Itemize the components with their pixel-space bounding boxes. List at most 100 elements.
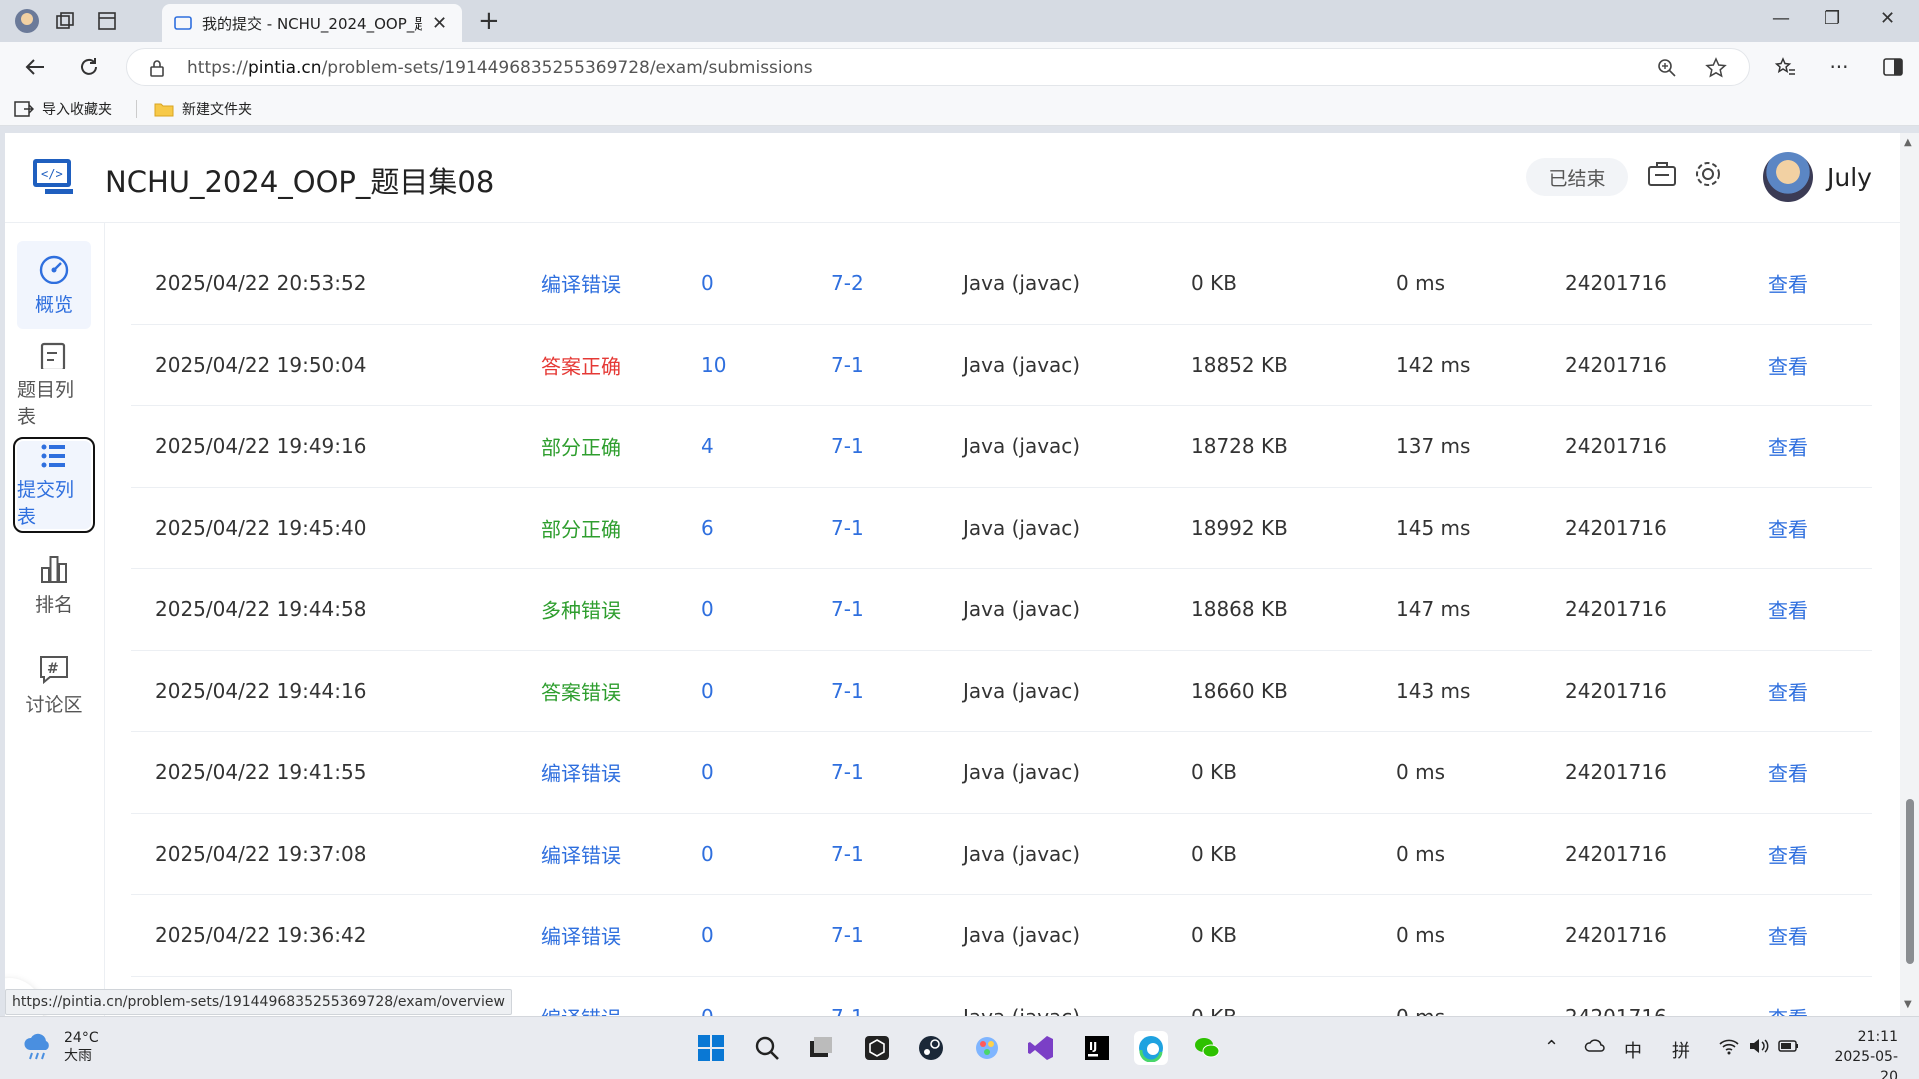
compiler: Java (javac)	[963, 1005, 1080, 1016]
user-id: 24201716	[1565, 597, 1667, 622]
view-link[interactable]: 查看	[1768, 758, 1808, 787]
table-row: 2025/04/22 19:49:16 部分正确 4 7-1 Java (javac) 1…	[131, 406, 1872, 488]
problem-link[interactable]: 7-1	[831, 434, 864, 458]
active-tab[interactable]: 我的提交 - NCHU_2024_OOP_题目 ✕	[162, 4, 462, 42]
wifi-icon[interactable]	[1718, 1037, 1740, 1060]
wechat-icon[interactable]	[1190, 1031, 1224, 1065]
score: 0	[701, 678, 714, 703]
edit-list-icon	[40, 342, 66, 369]
page-scrollbar[interactable]: ▲ ▼	[1900, 133, 1919, 1016]
view-link[interactable]: 查看	[1768, 676, 1808, 705]
username[interactable]: July	[1827, 163, 1872, 192]
start-icon[interactable]	[694, 1031, 728, 1065]
view-link[interactable]: 查看	[1768, 1002, 1808, 1016]
user-id: 24201716	[1565, 923, 1667, 948]
view-link[interactable]: 查看	[1768, 432, 1808, 461]
problem-link[interactable]: 7-1	[831, 760, 864, 784]
problem-link[interactable]: 7-1	[831, 353, 864, 377]
gear-icon[interactable]	[1693, 159, 1723, 189]
more-options-icon[interactable]: ···	[1824, 52, 1854, 82]
scrollbar-thumb[interactable]	[1906, 799, 1914, 964]
favorite-star-icon[interactable]	[1705, 57, 1727, 79]
pta-logo-icon[interactable]: </>	[31, 155, 77, 197]
lock-icon[interactable]	[149, 59, 165, 77]
steam-app-icon[interactable]	[914, 1031, 948, 1065]
tray-expand-icon[interactable]: ⌃	[1544, 1037, 1559, 1058]
avatar[interactable]	[1763, 152, 1813, 202]
intellij-icon[interactable]: IJ	[1080, 1031, 1114, 1065]
unity-app-icon[interactable]	[860, 1031, 894, 1065]
problem-link[interactable]: 7-1	[831, 842, 864, 866]
restore-icon[interactable]: ❐	[1824, 8, 1840, 29]
sidebar-item-submissions[interactable]: 提交列表	[13, 437, 95, 533]
weather-widget[interactable]: 24°C 大雨	[22, 1029, 99, 1065]
zoom-icon[interactable]	[1657, 58, 1677, 78]
battery-icon[interactable]	[1778, 1037, 1800, 1060]
paint-app-icon[interactable]	[970, 1031, 1004, 1065]
sidebar-item-discussion[interactable]: # 讨论区	[17, 641, 91, 729]
sidebar-item-overview[interactable]: 概览	[17, 241, 91, 329]
hash-chat-icon: #	[40, 655, 68, 684]
new-folder-link[interactable]: 新建文件夹	[154, 99, 252, 119]
scroll-down-icon[interactable]: ▼	[1904, 999, 1912, 1010]
sidebar-item-problems[interactable]: 题目列表	[17, 341, 91, 429]
system-clock[interactable]: 21:11 2025-05-20	[1818, 1027, 1898, 1079]
search-icon[interactable]	[750, 1031, 784, 1065]
visual-studio-icon[interactable]	[1024, 1031, 1058, 1065]
briefcase-icon[interactable]	[1647, 159, 1677, 189]
status-badge: 已结束	[1526, 158, 1628, 196]
vertical-tabs-icon[interactable]	[92, 6, 122, 36]
problem-link[interactable]: 7-1	[831, 1005, 864, 1016]
new-tab-button[interactable]: +	[478, 6, 500, 36]
problem-link[interactable]: 7-1	[831, 516, 864, 540]
reload-icon[interactable]	[74, 52, 104, 82]
sidebar-item-ranking[interactable]: 排名	[17, 541, 91, 629]
minimize-icon[interactable]: —	[1772, 8, 1790, 29]
pta-favicon-icon	[174, 16, 192, 30]
profile-icon[interactable]	[12, 6, 42, 36]
problem-link[interactable]: 7-1	[831, 679, 864, 703]
bar-chart-icon	[41, 555, 67, 583]
ime-mode[interactable]: 拼	[1672, 1037, 1690, 1063]
view-link[interactable]: 查看	[1768, 839, 1808, 868]
problem-link[interactable]: 7-1	[831, 923, 864, 947]
edge-browser-icon[interactable]	[1134, 1031, 1168, 1065]
favorites-icon[interactable]	[1770, 52, 1800, 82]
user-id: 24201716	[1565, 434, 1667, 459]
view-link[interactable]: 查看	[1768, 921, 1808, 950]
scroll-up-icon[interactable]: ▲	[1904, 137, 1912, 148]
workspaces-icon[interactable]	[50, 6, 80, 36]
problem-link[interactable]: 7-1	[831, 597, 864, 621]
compiler: Java (javac)	[963, 515, 1081, 540]
url-text: https://pintia.cn/problem-sets/191449683…	[187, 58, 813, 78]
score: 0	[701, 760, 714, 785]
weather-temp: 24°C	[64, 1030, 99, 1046]
address-bar-row: https://pintia.cn/problem-sets/191449683…	[0, 42, 1919, 92]
view-link[interactable]: 查看	[1768, 269, 1808, 298]
view-link[interactable]: 查看	[1768, 350, 1808, 379]
score: 0	[701, 597, 714, 622]
user-id: 24201716	[1565, 352, 1667, 377]
windows-taskbar: 24°C 大雨 IJ ⌃ 中 拼 21:11 2025-05-20	[0, 1016, 1919, 1079]
ime-language[interactable]: 中	[1624, 1037, 1642, 1063]
bookmarks-bar: 导入收藏夹 新建文件夹	[0, 92, 1919, 126]
import-favorites-link[interactable]: 导入收藏夹	[14, 99, 112, 119]
onedrive-icon[interactable]	[1584, 1037, 1606, 1058]
run-time: 137 ms	[1396, 434, 1471, 459]
score: 10	[701, 352, 727, 377]
problem-link[interactable]: 7-2	[831, 271, 864, 295]
view-link[interactable]: 查看	[1768, 513, 1808, 542]
task-view-icon[interactable]	[804, 1031, 838, 1065]
sidebar-toggle-icon[interactable]	[1878, 52, 1908, 82]
score: 0	[701, 841, 714, 866]
close-tab-icon[interactable]: ✕	[432, 13, 447, 34]
memory-usage: 18852 KB	[1191, 352, 1288, 377]
rain-cloud-icon	[24, 1033, 49, 1060]
back-icon[interactable]	[20, 52, 50, 82]
view-link[interactable]: 查看	[1768, 595, 1808, 624]
url-input[interactable]: https://pintia.cn/problem-sets/191449683…	[126, 48, 1750, 86]
close-window-icon[interactable]: ✕	[1880, 8, 1895, 29]
volume-icon[interactable]	[1748, 1037, 1770, 1060]
run-time: 0 ms	[1396, 923, 1445, 948]
compiler: Java (javac)	[963, 352, 1081, 377]
